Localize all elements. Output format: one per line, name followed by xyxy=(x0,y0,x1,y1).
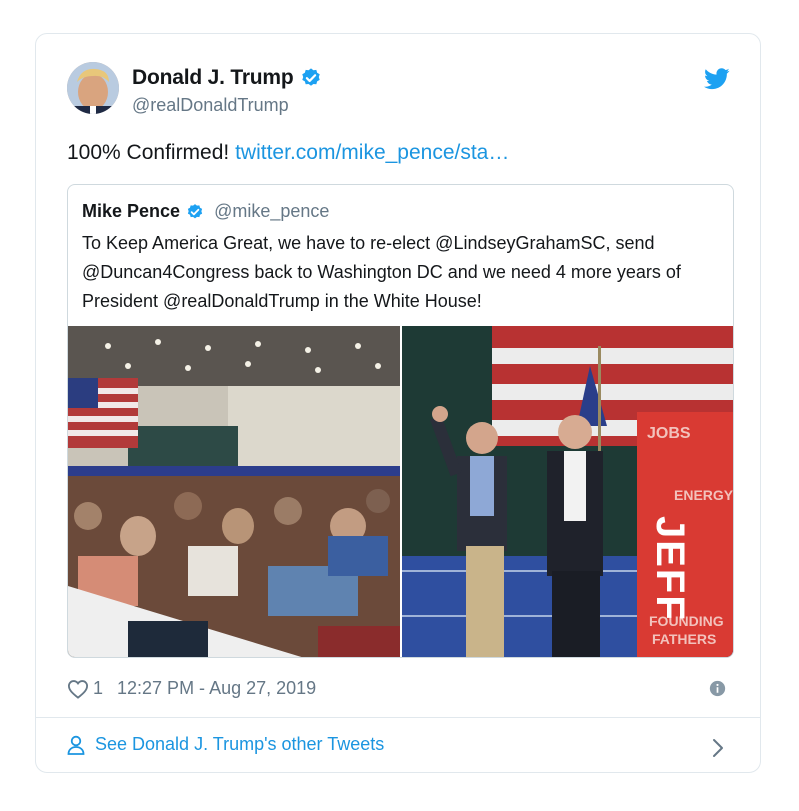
stage-photo-image: JOBS ENERGY FOUNDING FATHERS JEFF xyxy=(402,326,734,657)
quoted-tweet[interactable]: Mike Pence @mike_pence To Keep America G… xyxy=(67,184,734,658)
crowd-photo-image xyxy=(68,326,400,657)
other-tweets-label[interactable]: See Donald J. Trump's other Tweets xyxy=(95,734,384,755)
sign-word-fathers: FATHERS xyxy=(652,631,716,647)
quoted-tweet-text: To Keep America Great, we have to re-ele… xyxy=(82,233,681,311)
sign-word-jobs: JOBS xyxy=(647,425,691,442)
quoted-author-name: Mike Pence xyxy=(82,201,181,221)
person-icon xyxy=(67,735,85,755)
stage-photo[interactable]: JOBS ENERGY FOUNDING FATHERS JEFF xyxy=(402,326,734,657)
author-name[interactable]: Donald J. Trump xyxy=(132,66,294,90)
tweet-body: 100% Confirmed! xyxy=(67,141,236,164)
other-tweets-link[interactable]: See Donald J. Trump's other Tweets xyxy=(67,734,384,755)
tweet-timestamp[interactable]: 12:27 PM - Aug 27, 2019 xyxy=(117,678,316,699)
author-name-row: Donald J. Trump xyxy=(132,66,322,90)
chevron-right-icon[interactable] xyxy=(712,738,724,758)
avatar-image xyxy=(67,62,119,114)
heart-icon[interactable] xyxy=(67,679,89,699)
tweet-text: 100% Confirmed! twitter.com/mike_pence/s… xyxy=(67,141,509,165)
tweet-meta: 1 12:27 PM - Aug 27, 2019 xyxy=(67,678,316,699)
sign-word-energy: ENERGY xyxy=(674,487,734,503)
info-icon[interactable] xyxy=(709,680,726,697)
sign-jeff: JEFF xyxy=(648,516,692,622)
tweet-link[interactable]: twitter.com/mike_pence/sta… xyxy=(235,141,509,164)
crowd-photo[interactable] xyxy=(68,326,400,657)
verified-badge-icon xyxy=(187,203,203,218)
twitter-bird-icon[interactable] xyxy=(704,68,730,90)
quoted-author-handle: @mike_pence xyxy=(214,201,330,221)
quoted-tweet-header: Mike Pence @mike_pence xyxy=(82,201,329,222)
tweet-card: Donald J. Trump @realDonaldTrump 100% Co… xyxy=(35,33,761,773)
avatar[interactable] xyxy=(67,62,119,114)
quoted-tweet-photos: JOBS ENERGY FOUNDING FATHERS JEFF xyxy=(68,326,734,657)
like-count[interactable]: 1 xyxy=(93,678,103,699)
footer-divider xyxy=(36,717,760,718)
author-handle[interactable]: @realDonaldTrump xyxy=(132,95,289,116)
verified-badge-icon xyxy=(301,68,320,86)
